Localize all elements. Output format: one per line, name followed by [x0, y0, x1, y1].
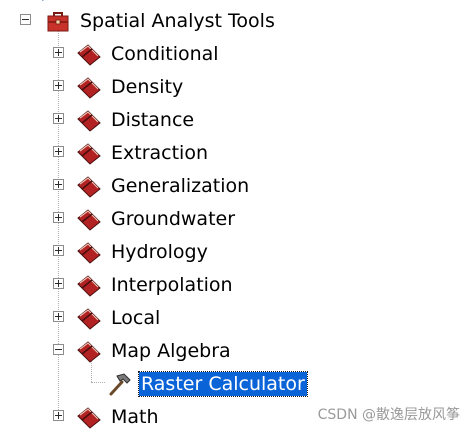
toolset-icon [77, 242, 101, 264]
toolset-row-distance[interactable]: Distance [0, 104, 474, 137]
toolset-row-groundwater[interactable]: Groundwater [0, 203, 474, 236]
toolset-label: Generalization [111, 175, 250, 197]
tree-root-label: Spatial Analyst Tools [80, 10, 275, 32]
expand-icon[interactable] [53, 245, 64, 256]
toolset-icon [77, 110, 101, 132]
toolset-row-density[interactable]: Density [0, 71, 474, 104]
toolset-label: Local [111, 307, 161, 329]
toolset-icon [77, 341, 101, 363]
expand-icon[interactable] [53, 410, 64, 421]
toolset-label: Extraction [111, 142, 208, 164]
expand-icon[interactable] [53, 179, 64, 190]
expand-icon[interactable] [53, 146, 64, 157]
toolset-label: Conditional [111, 43, 219, 65]
toolset-icon [77, 176, 101, 198]
watermark: CSDN @散逸层放风筝 [317, 407, 460, 423]
toolset-row-map-algebra[interactable]: Map Algebra [0, 335, 474, 368]
partial-toolbox-icon [42, 0, 44, 1]
expand-icon[interactable] [53, 278, 64, 289]
expand-icon[interactable] [53, 47, 64, 58]
toolset-row-conditional[interactable]: Conditional [0, 38, 474, 71]
toolset-icon [77, 44, 101, 66]
expand-icon[interactable] [53, 80, 64, 91]
toolset-icon [77, 407, 101, 429]
toolset-row-hydrology[interactable]: Hydrology [0, 236, 474, 269]
toolset-icon [77, 275, 101, 297]
toolset-icon [77, 143, 101, 165]
toolset-icon [77, 308, 101, 330]
toolset-label: Map Algebra [111, 340, 231, 362]
toolset-icon [77, 209, 101, 231]
toolset-label: Groundwater [111, 208, 236, 230]
toolset-label: Math [111, 406, 159, 428]
toolset-row-local[interactable]: Local [0, 302, 474, 335]
expand-icon[interactable] [53, 311, 64, 322]
expand-icon[interactable] [53, 113, 64, 124]
hammer-icon [109, 373, 131, 396]
expand-icon[interactable] [53, 212, 64, 223]
toolset-icon [77, 77, 101, 99]
toolset-row-generalization[interactable]: Generalization [0, 170, 474, 203]
toolset-label: Interpolation [111, 274, 233, 296]
collapse-icon[interactable] [53, 344, 64, 355]
toolset-row-extraction[interactable]: Extraction [0, 137, 474, 170]
red-toolbox-icon [47, 12, 69, 32]
toolset-row-interpolation[interactable]: Interpolation [0, 269, 474, 302]
toolset-label: Distance [111, 109, 195, 131]
toolset-label: Hydrology [111, 241, 208, 263]
tool-label[interactable]: Raster Calculator [138, 371, 308, 397]
tree-root-row[interactable]: Spatial Analyst Tools [0, 5, 474, 38]
toolset-label: Density [111, 76, 184, 98]
tool-row-raster-calculator[interactable]: Raster Calculator [0, 368, 474, 401]
collapse-icon[interactable] [20, 14, 31, 25]
